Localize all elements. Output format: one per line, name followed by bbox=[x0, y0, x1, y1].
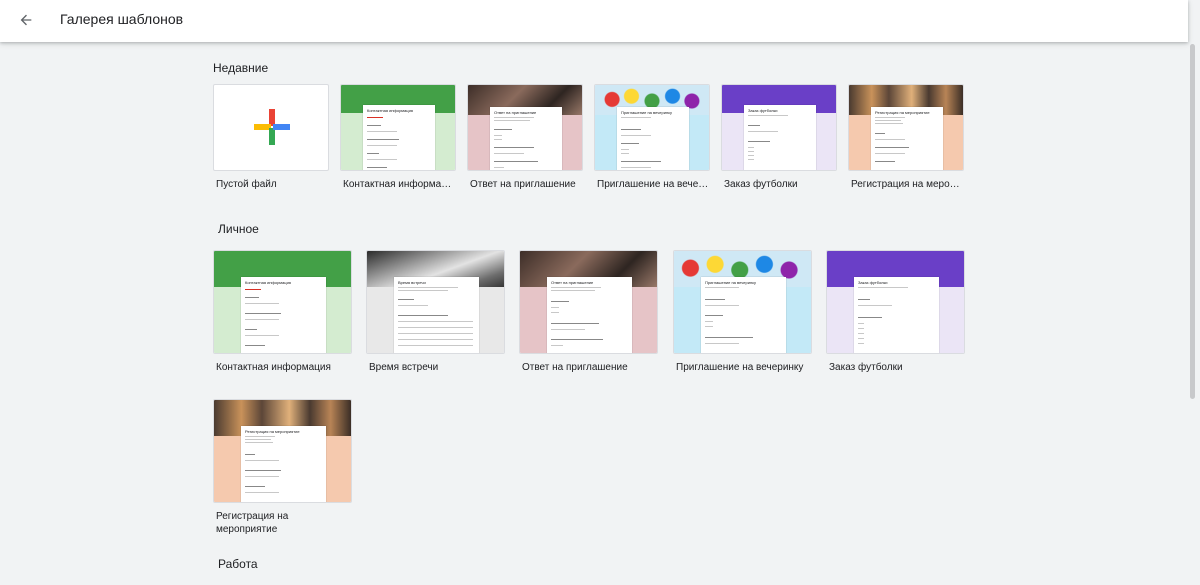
template-label: Контактная информация bbox=[343, 179, 455, 190]
back-button[interactable] bbox=[12, 6, 40, 34]
template-card-event-registration[interactable]: Регистрация на мероприятие Регистрация н… bbox=[848, 84, 964, 194]
template-thumbnail: Ответ на приглашение bbox=[467, 84, 583, 171]
template-thumbnail: Заказ футболки bbox=[721, 84, 837, 171]
section-title-recent: Недавние bbox=[213, 61, 269, 75]
page-title: Галерея шаблонов bbox=[60, 11, 184, 27]
template-thumbnail: Регистрация на мероприятие bbox=[848, 84, 964, 171]
template-thumbnail: Ответ на приглашение bbox=[519, 250, 658, 354]
template-card-tshirt-order[interactable]: Заказ футболки Заказ футболки bbox=[721, 84, 837, 194]
template-card-rsvp[interactable]: Ответ на приглашение Ответ на приглашени… bbox=[519, 250, 658, 378]
section-title-work: Работа bbox=[218, 557, 258, 571]
template-card-event-registration[interactable]: Регистрация на мероприятие Регистрация н… bbox=[213, 399, 352, 539]
scrollbar-thumb[interactable] bbox=[1190, 44, 1195, 399]
template-thumbnail: Приглашение на вечеринку bbox=[673, 250, 812, 354]
template-label: Заказ футболки bbox=[724, 179, 798, 190]
scrollbar[interactable] bbox=[1188, 0, 1196, 585]
section-title-personal: Личное bbox=[218, 222, 259, 236]
template-label: Контактная информация bbox=[216, 362, 331, 373]
template-thumbnail: Контактная информация bbox=[213, 250, 352, 354]
template-label: Пустой файл bbox=[216, 179, 277, 190]
template-thumbnail bbox=[213, 84, 329, 171]
template-label: Заказ футболки bbox=[829, 362, 903, 373]
template-label: Приглашение на вечеринку bbox=[676, 362, 804, 373]
top-bar: Галерея шаблонов bbox=[0, 0, 1188, 42]
plus-icon bbox=[254, 109, 290, 145]
template-label: Время встречи bbox=[369, 362, 439, 373]
template-label: Приглашение на вечеринку bbox=[597, 179, 709, 190]
template-thumbnail: Заказ футболки bbox=[826, 250, 965, 354]
template-card-party-invite[interactable]: Приглашение на вечеринку Приглашение на … bbox=[673, 250, 812, 378]
template-card-meeting-time[interactable]: Время встречи Время встречи bbox=[366, 250, 505, 378]
template-card-contact-info[interactable]: Контактная информация Контактная информа… bbox=[340, 84, 456, 194]
template-thumbnail: Регистрация на мероприятие bbox=[213, 399, 352, 503]
arrow-back-icon bbox=[20, 14, 32, 26]
template-label: Ответ на приглашение bbox=[470, 179, 576, 190]
template-label: Ответ на приглашение bbox=[522, 362, 628, 373]
template-card-rsvp[interactable]: Ответ на приглашение Ответ на приглашени… bbox=[467, 84, 583, 194]
template-card-blank[interactable]: Пустой файл bbox=[213, 84, 329, 194]
template-thumbnail: Контактная информация bbox=[340, 84, 456, 171]
template-card-party-invite[interactable]: Приглашение на вечеринку Приглашение на … bbox=[594, 84, 710, 194]
template-label: Регистрация на мероприятие bbox=[216, 511, 289, 535]
template-thumbnail: Время встречи bbox=[366, 250, 505, 354]
template-thumbnail: Приглашение на вечеринку bbox=[594, 84, 710, 171]
template-card-tshirt-order[interactable]: Заказ футболки Заказ футболки bbox=[826, 250, 965, 378]
template-card-contact-info[interactable]: Контактная информация Контактная информа… bbox=[213, 250, 352, 378]
template-label: Регистрация на мероприятие bbox=[851, 179, 963, 190]
